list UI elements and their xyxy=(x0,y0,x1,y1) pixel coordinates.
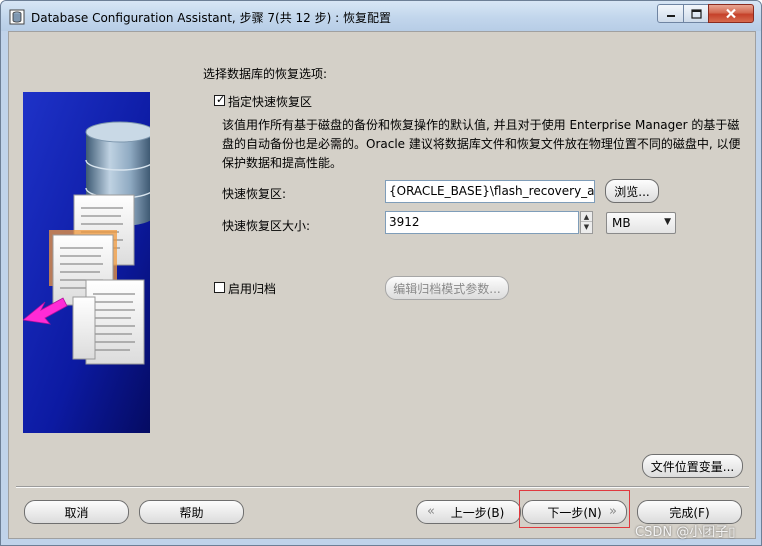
flash-recovery-checkbox[interactable]: ✓ xyxy=(214,93,226,106)
back-button-label: 上一步(B) xyxy=(450,505,505,520)
next-button-label: 下一步(N) xyxy=(547,505,602,520)
close-icon xyxy=(726,8,736,19)
maximize-icon xyxy=(690,8,702,19)
flash-recovery-checkbox-label: 指定快速恢复区 xyxy=(228,95,313,109)
flash-size-label: 快速恢复区大小: xyxy=(222,219,311,233)
archive-checkbox[interactable] xyxy=(214,282,225,293)
back-button[interactable]: « 上一步(B) xyxy=(416,500,521,524)
help-button[interactable]: 帮助 xyxy=(139,500,244,524)
archive-checkbox-label: 启用归档 xyxy=(228,282,277,296)
watermark: CSDN @小团子▯ xyxy=(635,525,736,540)
database-icon xyxy=(9,9,25,25)
maximize-button[interactable] xyxy=(683,4,709,23)
browse-button[interactable]: 浏览... xyxy=(605,179,659,203)
flash-size-spinner[interactable]: ▲ ▼ xyxy=(580,211,593,234)
flash-area-label: 快速恢复区: xyxy=(222,187,287,201)
spinner-down-icon[interactable]: ▼ xyxy=(581,222,592,232)
chevron-left-icon: « xyxy=(427,504,435,519)
minimize-icon xyxy=(666,14,675,17)
database-illustration xyxy=(23,92,150,433)
file-location-variables-button[interactable]: 文件位置变量... xyxy=(642,454,743,478)
flash-recovery-description: 该值用作所有基于磁盘的备份和恢复操作的默认值, 并且对于使用 Enterpris… xyxy=(222,118,741,170)
window-title: Database Configuration Assistant, 步骤 7(共… xyxy=(31,11,391,25)
chevron-right-icon: » xyxy=(609,504,617,519)
minimize-button[interactable] xyxy=(657,4,684,23)
flash-area-input[interactable]: {ORACLE_BASE}\flash_recovery_area xyxy=(385,180,595,203)
edit-archive-params-button[interactable]: 编辑归档模式参数... xyxy=(385,276,509,300)
recovery-options-heading: 选择数据库的恢复选项: xyxy=(203,67,328,81)
chevron-down-icon: ▼ xyxy=(664,217,671,227)
dialog-window: Database Configuration Assistant, 步骤 7(共… xyxy=(0,0,762,546)
checkmark-icon: ✓ xyxy=(216,93,226,106)
size-unit-select[interactable]: MB ▼ xyxy=(606,212,676,234)
close-button[interactable] xyxy=(708,4,754,23)
next-button[interactable]: 下一步(N) » xyxy=(522,500,627,524)
cancel-button[interactable]: 取消 xyxy=(24,500,129,524)
footer-separator xyxy=(16,486,749,488)
spinner-up-icon[interactable]: ▲ xyxy=(581,212,592,222)
title-bar[interactable]: Database Configuration Assistant, 步骤 7(共… xyxy=(1,1,761,31)
dialog-content: 选择数据库的恢复选项: ✓ 指定快速恢复区 该值用作所有基于磁盘的备份和恢复操作… xyxy=(8,31,756,539)
flash-size-input[interactable]: 3912 xyxy=(385,211,579,234)
size-unit-value: MB xyxy=(612,216,631,230)
